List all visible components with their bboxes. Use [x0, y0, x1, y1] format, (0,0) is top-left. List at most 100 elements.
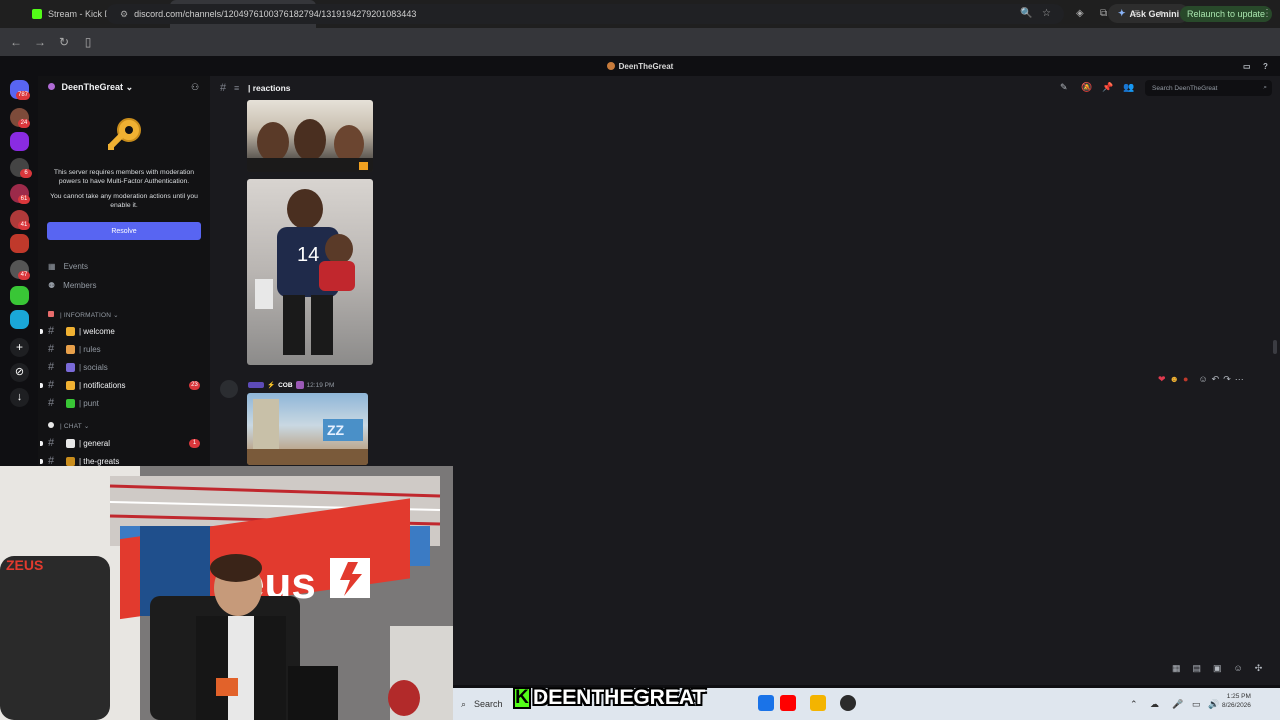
bookmark-star-icon[interactable]: ☆ [1042, 8, 1051, 19]
message-image[interactable] [247, 100, 373, 172]
hash-icon: # [48, 437, 55, 449]
channel-item[interactable]: # | welcome [40, 325, 204, 337]
streamer-name-overlay: K DEENTHEGREAT [513, 684, 705, 712]
side-panel-icon[interactable]: ▯ [76, 35, 100, 49]
username-blurred[interactable] [248, 382, 264, 388]
hash-icon: # [220, 82, 227, 94]
reply-icon[interactable]: ↶ [1212, 374, 1220, 385]
invite-people-icon[interactable]: ⚇ [191, 82, 199, 93]
cloud-icon[interactable]: ☁ [1150, 699, 1159, 710]
channel-item[interactable]: # | general 1 [40, 437, 204, 449]
server-icon-active[interactable] [10, 234, 29, 253]
reaction-icon[interactable]: ● [1183, 374, 1188, 385]
url-text: discord.com/channels/1204976100376182794… [134, 9, 417, 19]
reload-icon[interactable]: ↻ [52, 35, 76, 49]
laugh-reaction-icon[interactable]: ☻ [1170, 374, 1179, 385]
pin-icon[interactable]: 📌 [1102, 82, 1113, 93]
message-header: ⚡ COB 12:19 PM [248, 381, 334, 389]
ask-gemini-button[interactable]: ✦ Ask Gemini [1108, 4, 1190, 23]
events-item[interactable]: ▦ Events [48, 262, 88, 271]
channel-name: | rules [79, 344, 101, 354]
search-placeholder: Search DeenTheGreat [1152, 84, 1218, 92]
unread-indicator [40, 440, 43, 446]
forward-icon[interactable]: → [28, 35, 52, 49]
inbox-icon[interactable]: ▭ [1243, 62, 1251, 71]
channel-item[interactable]: # | socials [48, 361, 204, 373]
file-explorer-taskbar-icon[interactable] [810, 695, 826, 711]
user-avatar[interactable] [220, 380, 238, 398]
extension-icon[interactable]: ◈ [1076, 8, 1084, 19]
volume-icon[interactable]: 🔊 [1208, 699, 1219, 710]
more-options-icon[interactable]: ⋯ [1235, 374, 1244, 385]
clock-time: 1:25 PM [1226, 693, 1251, 700]
category-chat[interactable]: | CHAT ⌄ [48, 422, 89, 430]
resolve-button[interactable]: Resolve [47, 222, 201, 240]
server-icon[interactable] [10, 132, 29, 151]
search-input[interactable]: Search DeenTheGreat ⌕ [1145, 80, 1272, 96]
role-tag: COB [278, 381, 293, 389]
category-information[interactable]: | INFORMATION ⌄ [48, 311, 119, 319]
heart-reaction-icon[interactable]: ❤ [1158, 374, 1166, 385]
channel-emoji-icon [66, 456, 75, 466]
forward-icon[interactable]: ↷ [1223, 374, 1231, 385]
profile-avatar[interactable]: ● [1158, 8, 1164, 19]
mfa-notice-text-2: You cannot take any moderation actions u… [50, 193, 198, 209]
add-reaction-icon[interactable]: ☺ [1198, 374, 1207, 385]
channel-emoji-icon [66, 438, 75, 448]
help-icon[interactable]: ? [1263, 62, 1268, 71]
mfa-notice: This server requires members with modera… [46, 114, 202, 240]
address-bar[interactable]: ⚙ discord.com/channels/12049761003761827… [106, 4, 1064, 24]
category-icon [48, 422, 54, 428]
browser-toolbar: ← → ↻ ▯ [0, 28, 1280, 56]
channel-name: | socials [79, 362, 108, 372]
channel-emoji-icon [66, 380, 75, 390]
extensions-puzzle-icon[interactable]: ⧉ [1100, 8, 1107, 19]
emoji-icon[interactable]: ☺ [1234, 663, 1243, 674]
channel-item[interactable]: # | rules [48, 343, 204, 355]
relaunch-button[interactable]: Relaunch to update [1180, 6, 1273, 22]
youtube-taskbar-icon[interactable] [780, 695, 796, 711]
server-name-dropdown[interactable]: DeenTheGreat ⌄ [48, 82, 133, 93]
message-image[interactable]: ZZ [247, 393, 368, 465]
svg-text:ZEUS: ZEUS [6, 557, 43, 573]
window-title: DeenTheGreat [618, 61, 674, 71]
apps-icon[interactable]: ✣ [1255, 663, 1263, 674]
chrome-taskbar-icon[interactable] [758, 695, 774, 711]
member-list-icon[interactable]: 👥 [1123, 82, 1134, 93]
add-server-icon[interactable]: + [10, 338, 29, 357]
scrollbar-thumb[interactable] [1273, 340, 1277, 354]
gif-icon[interactable]: ▤ [1193, 663, 1202, 674]
gift-icon[interactable]: ▦ [1172, 663, 1181, 674]
browser-menu-icon[interactable]: ⋮ [1262, 8, 1272, 19]
channel-emoji-icon [66, 362, 75, 372]
tray-chevron-icon[interactable]: ⌃ [1130, 699, 1138, 710]
mic-icon[interactable]: 🎤 [1172, 699, 1183, 710]
discover-icon[interactable]: ⊘ [10, 363, 29, 382]
back-icon[interactable]: ← [4, 35, 28, 49]
members-item[interactable]: ⚉ Members [48, 281, 97, 290]
svg-text:14: 14 [297, 244, 319, 266]
unread-indicator [40, 382, 43, 388]
server-icon[interactable] [10, 310, 29, 329]
server-badge: 24 [18, 119, 30, 128]
mute-icon[interactable]: 🔕 [1081, 82, 1092, 93]
taskbar-search-label: Search [474, 699, 503, 709]
server-name: DeenTheGreat [61, 82, 124, 92]
threads-icon[interactable]: ≡ [234, 83, 239, 93]
media-icon[interactable]: ≡ [1134, 8, 1140, 19]
zoom-icon[interactable]: 🔍 [1020, 8, 1032, 19]
channel-item[interactable]: # | notifications 23 [40, 379, 204, 391]
category-information-label: | INFORMATION [60, 312, 112, 319]
obs-taskbar-icon[interactable] [840, 695, 856, 711]
channel-emoji-icon [66, 326, 75, 336]
message-image[interactable]: 14 [247, 179, 373, 365]
sticker-icon[interactable]: ▣ [1213, 663, 1222, 674]
download-icon[interactable]: ↓ [10, 388, 29, 407]
site-info-icon[interactable]: ⚙ [120, 9, 128, 20]
server-icon[interactable] [10, 286, 29, 305]
taskbar-clock[interactable]: 1:25 PM 8/26/2026 [1222, 692, 1251, 710]
hash-icon: # [48, 379, 55, 391]
threads-icon[interactable]: ✎ [1060, 82, 1068, 93]
channel-item[interactable]: # | punt [48, 397, 204, 409]
display-icon[interactable]: ▭ [1192, 699, 1201, 710]
